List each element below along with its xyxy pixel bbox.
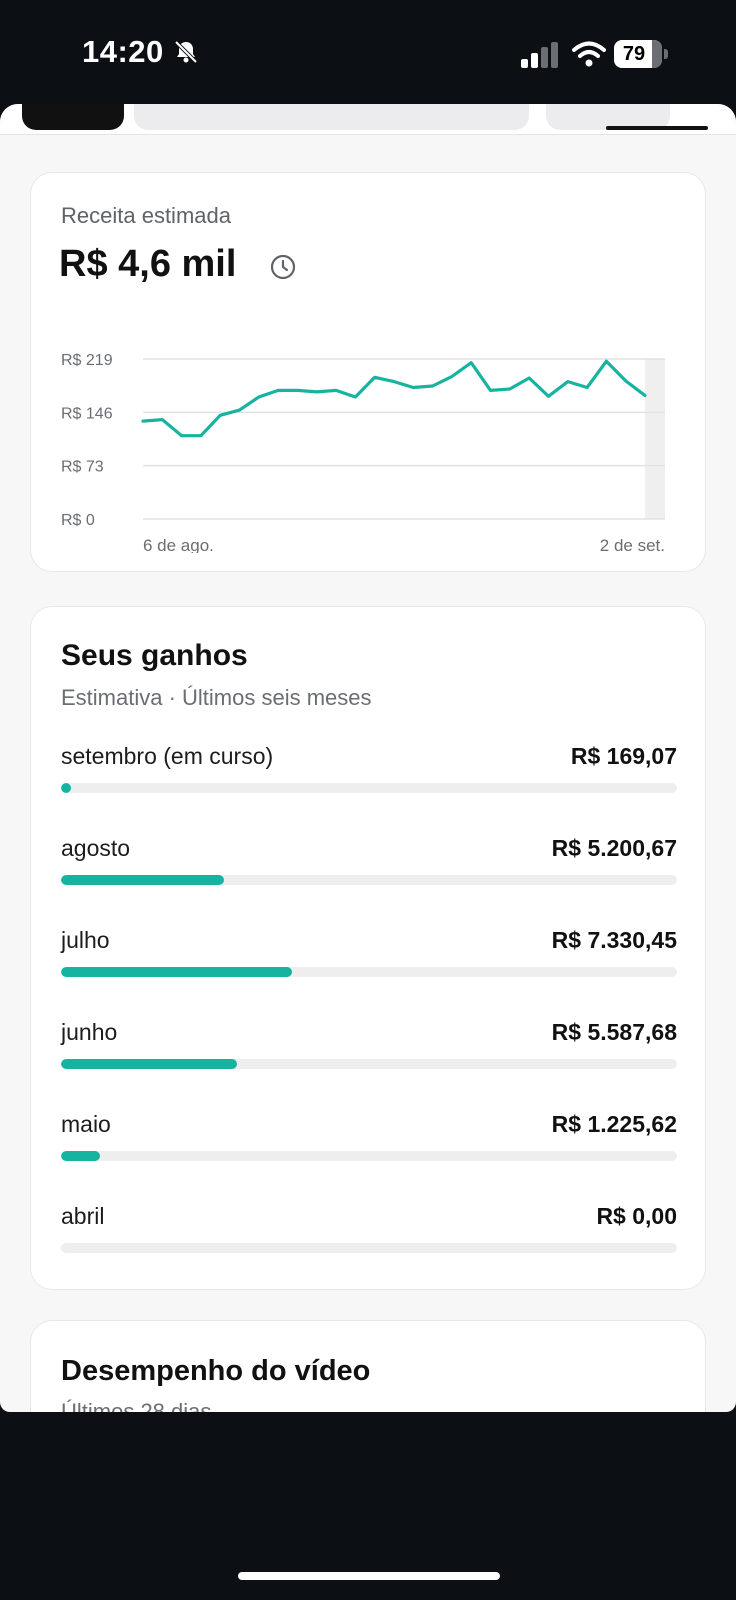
earnings-row-april[interactable]: abril R$ 0,00 [61,1203,677,1273]
month-label: julho [61,927,110,953]
bell-slash-icon [174,40,198,64]
earnings-card: Seus ganhos Estimativa · Últimos seis me… [30,606,706,1290]
video-performance-card[interactable]: Desempenho do vídeo Últimos 28 dias [30,1320,706,1412]
earnings-row-july[interactable]: julho R$ 7.330,45 [61,927,677,997]
filter-chip[interactable] [134,104,529,130]
earnings-bar-fill [61,783,71,793]
month-value: R$ 5.200,67 [551,835,677,861]
month-value: R$ 0,00 [596,1203,677,1229]
earnings-row-june[interactable]: junho R$ 5.587,68 [61,1019,677,1089]
y-tick-label: R$ 73 [61,459,104,476]
battery-icon: 79 [614,40,668,68]
earnings-bar-track [61,783,677,793]
earnings-title: Seus ganhos [61,639,248,672]
earnings-bar-fill [61,1059,237,1069]
y-tick-label: R$ 0 [61,512,95,529]
earnings-row-september[interactable]: setembro (em curso) R$ 169,07 [61,743,677,813]
earnings-bar-track [61,1151,677,1161]
earnings-bar-track [61,1243,677,1253]
status-bar: 14:20 79 [0,0,736,104]
month-label: maio [61,1111,111,1137]
cellular-signal-icon [521,42,558,68]
earnings-bar-track [61,875,677,885]
revenue-value: R$ 4,6 mil [59,243,237,285]
month-value: R$ 1.225,62 [551,1111,677,1137]
month-value: R$ 5.587,68 [551,1019,677,1045]
status-time: 14:20 [82,34,164,69]
earnings-bar-track [61,1059,677,1069]
earnings-row-may[interactable]: maio R$ 1.225,62 [61,1111,677,1181]
revenue-label: Receita estimada [61,203,231,228]
app-screen: Receita estimada R$ 4,6 mil R$ 219 R$ 146… [0,104,736,1412]
month-label: setembro (em curso) [61,743,274,769]
current-period-highlight [645,359,665,519]
month-label: abril [61,1203,105,1229]
earnings-bar-fill [61,875,225,885]
month-value: R$ 7.330,45 [551,927,677,953]
revenue-series-line [141,359,647,438]
clock-icon[interactable] [269,253,297,281]
x-start-label: 6 de ago. [143,536,214,553]
active-tab-indicator [606,126,708,130]
earnings-bar-fill [61,967,292,977]
y-tick-label: R$ 146 [61,405,113,422]
filter-chip-selected[interactable] [22,104,124,130]
month-label: agosto [61,835,131,861]
battery-level: 79 [622,43,646,65]
earnings-row-august[interactable]: agosto R$ 5.200,67 [61,835,677,905]
month-value: R$ 169,07 [570,743,677,769]
earnings-bar-track [61,967,677,977]
video-performance-subtitle: Últimos 28 dias [61,1399,212,1412]
earnings-bar-fill [61,1151,100,1161]
revenue-line-chart[interactable]: R$ 219 R$ 146 R$ 73 R$ 0 6 de ago. 2 de set. [31,313,707,553]
earnings-subtitle: Estimativa · Últimos seis meses [61,685,372,710]
wifi-icon [572,41,606,67]
y-tick-label: R$ 219 [61,352,113,369]
month-label: junho [61,1019,118,1045]
video-performance-title: Desempenho do vídeo [61,1355,371,1387]
filter-chip-strip [0,104,736,135]
x-end-label: 2 de set. [600,536,665,553]
estimated-revenue-card[interactable]: Receita estimada R$ 4,6 mil R$ 219 R$ 146… [30,172,706,572]
home-indicator[interactable] [238,1572,500,1580]
